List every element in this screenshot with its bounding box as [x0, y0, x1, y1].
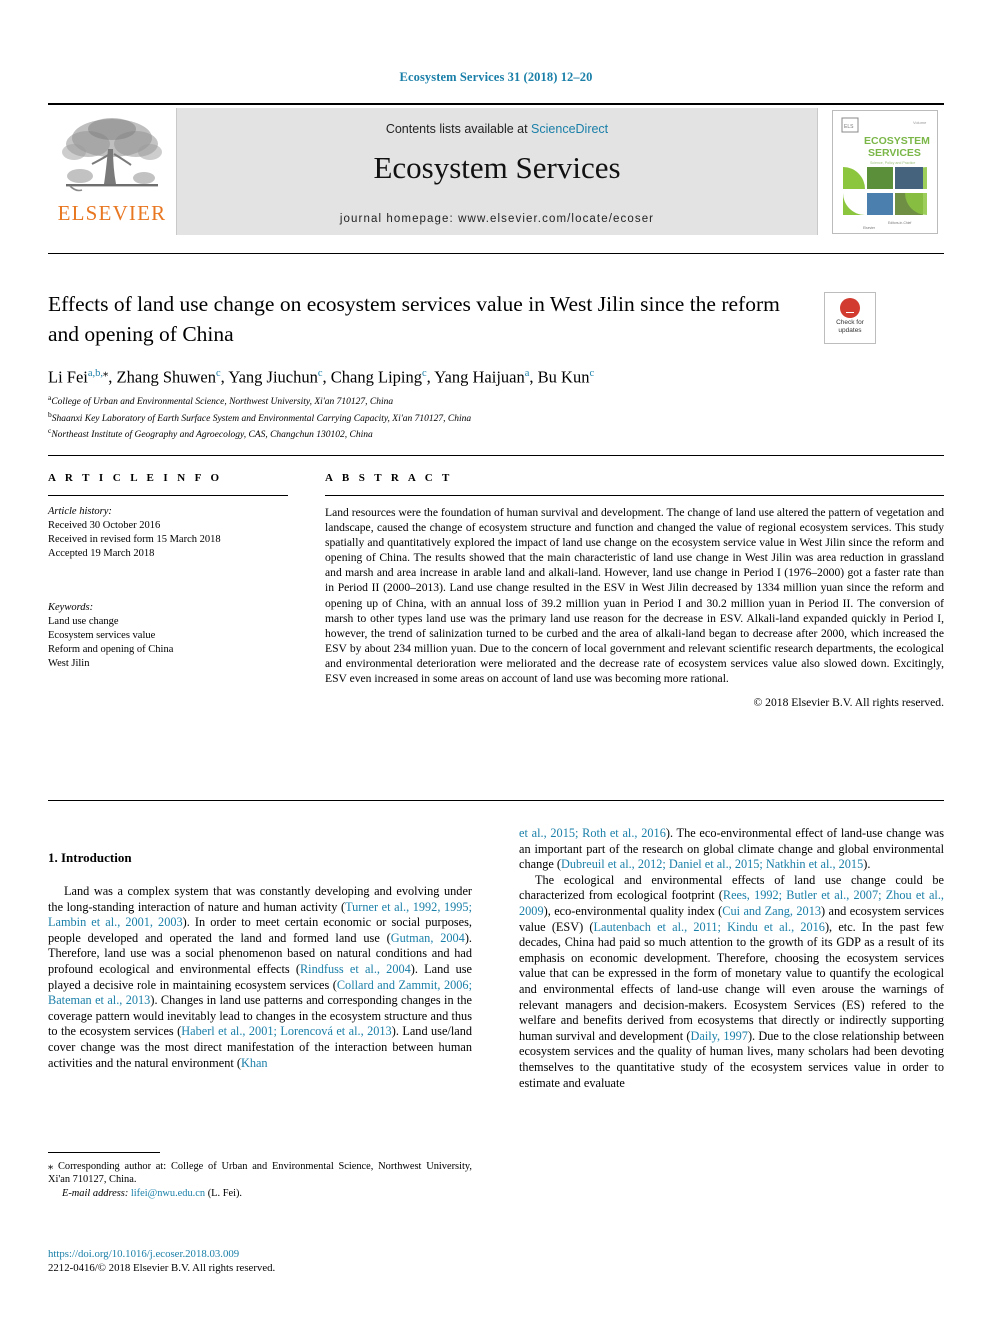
- page-title: Effects of land use change on ecosystem …: [48, 292, 780, 346]
- affiliation-mark: a: [48, 393, 52, 402]
- body-paragraph: The ecological and environmental effects…: [519, 872, 945, 1090]
- footnote-block: ⁎ Corresponding author at: College of Ur…: [48, 1160, 472, 1200]
- body-paragraph: et al., 2015; Roth et al., 2016). The ec…: [519, 826, 945, 872]
- svg-text:ELS: ELS: [844, 124, 854, 130]
- sciencedirect-link[interactable]: ScienceDirect: [531, 122, 608, 136]
- keywords-label: Keywords:: [48, 602, 94, 613]
- svg-text:Elsevier: Elsevier: [863, 226, 876, 230]
- keyword-item: Reform and opening of China: [48, 644, 174, 655]
- affiliation-line: bShaanxi Key Laboratory of Earth Surface…: [48, 409, 472, 424]
- author-name: Zhang Shuwen: [116, 367, 216, 387]
- corresponding-author-text: Corresponding author at: College of Urba…: [48, 1161, 472, 1186]
- abstract-copyright: © 2018 Elsevier B.V. All rights reserved…: [753, 696, 944, 710]
- body-column-left: 1. Introduction Land was a complex syste…: [48, 850, 472, 1071]
- article-history-item: Received 30 October 2016: [48, 520, 161, 531]
- elsevier-wordmark: ELSEVIER: [57, 201, 167, 225]
- author-name: Bu Kun: [537, 367, 590, 387]
- article-history-item: Accepted 19 March 2018: [48, 548, 155, 559]
- affiliation-line: aCollege of Urban and Environmental Scie…: [48, 393, 394, 408]
- title-divider: [48, 253, 944, 254]
- author-affiliation-mark: c: [216, 368, 221, 379]
- citation-link[interactable]: Gutman, 2004: [391, 931, 465, 945]
- article-page: Ecosystem Services 31 (2018) 12–20 ELSEV…: [0, 0, 992, 1323]
- elsevier-tree-icon: [62, 118, 162, 192]
- crossmark-line2: updates: [838, 327, 862, 334]
- affiliation-list: aCollege of Urban and Environmental Scie…: [48, 392, 868, 442]
- body-paragraph: Land was a complex system that was const…: [48, 884, 473, 1070]
- issn-copyright-line: 2212-0416/© 2018 Elsevier B.V. All right…: [48, 1262, 276, 1274]
- author-affiliation-mark: c: [317, 368, 323, 379]
- info-top-rule: [48, 455, 944, 456]
- svg-text:Volume: Volume: [913, 120, 927, 125]
- article-info-heading: A R T I C L E I N F O: [48, 472, 223, 484]
- author-name: Yang Jiuchun: [228, 367, 318, 387]
- author-affiliation-mark: c: [589, 368, 595, 379]
- citation-link[interactable]: Dubreuil et al., 2012; Daniel et al., 20…: [561, 857, 863, 871]
- contents-available-line: Contents lists available at ScienceDirec…: [177, 122, 817, 136]
- article-info-column: A R T I C L E I N F O Article history: R…: [48, 472, 288, 671]
- svg-text:SERVICES: SERVICES: [868, 147, 921, 159]
- author-name: Yang Haijuan: [434, 367, 525, 387]
- citation-link[interactable]: Lautenbach et al., 2011; Kindu et al., 2…: [594, 920, 825, 934]
- keywords-list: Land use change Ecosystem services value R…: [48, 615, 288, 671]
- affiliation-line: cNortheast Institute of Geography and Ag…: [48, 426, 373, 441]
- citation-link[interactable]: et al., 2015; Roth et al., 2016: [519, 826, 666, 840]
- running-head: Ecosystem Services 31 (2018) 12–20: [399, 70, 593, 84]
- footnote-divider: [48, 1152, 160, 1153]
- doi-block: https://doi.org/10.1016/j.ecoser.2018.03…: [48, 1247, 472, 1275]
- keyword-item: Ecosystem services value: [48, 630, 156, 641]
- svg-text:ECOSYSTEM: ECOSYSTEM: [864, 135, 930, 147]
- journal-masthead: ELSEVIER Contents lists available at Sci…: [48, 103, 944, 235]
- keyword-item: Land use change: [48, 616, 119, 627]
- article-history-label: Article history:: [48, 506, 112, 517]
- author-name: Chang Liping: [330, 367, 422, 387]
- affiliation-mark: c: [48, 426, 52, 436]
- section-heading-introduction: 1. Introduction: [48, 850, 132, 865]
- journal-title: Ecosystem Services: [373, 150, 621, 185]
- crossmark-icon: [840, 298, 860, 318]
- author-affiliation-mark: a,b,: [87, 368, 104, 379]
- citation-link[interactable]: Daily, 1997: [690, 1029, 747, 1043]
- abstract-text: Land resources were the foundation of hu…: [325, 506, 944, 686]
- author-email-link[interactable]: lifei@nwu.edu.cn: [131, 1188, 205, 1199]
- svg-text:Editors-in-Chief: Editors-in-Chief: [888, 221, 911, 225]
- affiliation-mark: b: [48, 409, 52, 419]
- citation-link[interactable]: Turner et al., 1992, 1995; Lambin et al.…: [48, 900, 472, 930]
- email-suffix: (L. Fei).: [205, 1187, 243, 1199]
- citation-link[interactable]: Khan: [241, 1056, 268, 1070]
- crossmark-badge[interactable]: Check for updates: [824, 292, 876, 344]
- keyword-item: West Jilin: [48, 658, 90, 669]
- citation-link[interactable]: Collard and Zammit, 2006; Bateman et al.…: [48, 978, 472, 1008]
- doi-link[interactable]: https://doi.org/10.1016/j.ecoser.2018.03…: [48, 1247, 472, 1261]
- corresponding-author-star: ⁎: [103, 368, 109, 379]
- journal-homepage-line[interactable]: journal homepage: www.elsevier.com/locat…: [177, 213, 817, 225]
- journal-cover-thumbnail: ELS Volume ECOSYSTEM SERVICES Science, P…: [824, 108, 944, 235]
- abstract-heading: A B S T R A C T: [325, 472, 453, 484]
- author-affiliation-mark: a: [524, 368, 530, 379]
- citation-link[interactable]: Cui and Zang, 2013: [722, 904, 821, 918]
- masthead-top-rule: [48, 103, 944, 105]
- article-history-list: Received 30 October 2016 Received in revi…: [48, 519, 288, 561]
- citation-link[interactable]: Haberl et al., 2001; Lorencová et al., 2…: [181, 1024, 391, 1038]
- journal-cover-art: ELS Volume ECOSYSTEM SERVICES Science, P…: [833, 111, 937, 233]
- elsevier-logo: ELSEVIER: [48, 108, 176, 235]
- svg-text:Science, Policy and Practice: Science, Policy and Practice: [870, 161, 915, 165]
- article-info-rule: [48, 495, 288, 496]
- masthead-center-panel: Contents lists available at ScienceDirec…: [176, 108, 818, 235]
- author-name: Li Fei: [48, 367, 88, 387]
- body-column-right: et al., 2015; Roth et al., 2016). The ec…: [519, 826, 944, 1091]
- author-list: Li Feia,b,⁎, Zhang Shuwenc, Yang Jiuchun…: [48, 367, 595, 387]
- abstract-rule: [325, 495, 944, 496]
- article-history-item: Received in revised form 15 March 2018: [48, 534, 221, 545]
- abstract-column: A B S T R A C T Land resources were the …: [325, 472, 944, 709]
- crossmark-line1: Check for: [836, 319, 864, 326]
- info-bottom-rule: [48, 800, 944, 801]
- email-address-label: E-mail address:: [62, 1187, 129, 1199]
- author-affiliation-mark: c: [421, 368, 427, 379]
- citation-link[interactable]: Rindfuss et al., 2004: [300, 962, 411, 976]
- contents-prefix: Contents lists available at: [385, 122, 532, 136]
